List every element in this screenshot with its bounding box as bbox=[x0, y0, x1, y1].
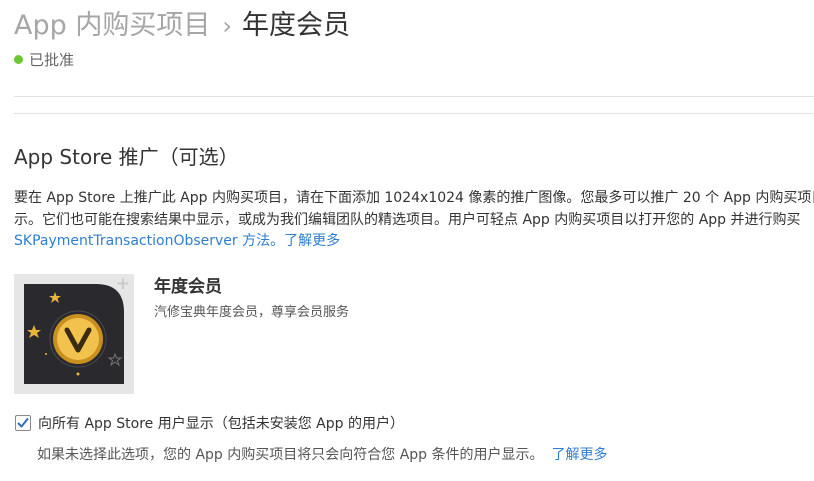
description-line: 示。它们也可能在搜索结果中显示，或成为我们编辑团队的精选项目。用户可轻点 App… bbox=[14, 211, 801, 228]
visibility-note: 如果未选择此选项，您的 App 内购买项目将只会向符合您 App 条件的用户显示… bbox=[37, 445, 608, 465]
promotion-description: 要在 App Store 上推广此 App 内购买项目，请在下面添加 1024x… bbox=[14, 188, 814, 253]
promo-image-tile[interactable]: + bbox=[14, 274, 134, 394]
status-text: 已批准 bbox=[29, 51, 75, 69]
observer-doc-link[interactable]: SKPaymentTransactionObserver 方法。 bbox=[14, 233, 284, 249]
chevron-right-icon: › bbox=[222, 12, 232, 40]
show-to-all-checkbox[interactable] bbox=[15, 415, 31, 431]
item-name: 年度会员 bbox=[154, 277, 222, 297]
breadcrumb-parent-link[interactable]: App 内购买项目 bbox=[14, 10, 210, 41]
vip-medal-icon bbox=[24, 284, 124, 384]
status-dot-icon bbox=[14, 55, 23, 64]
learn-more-link[interactable]: 了解更多 bbox=[284, 233, 340, 249]
divider bbox=[14, 113, 814, 114]
learn-more-link[interactable]: 了解更多 bbox=[552, 447, 608, 463]
status-badge: 已批准 bbox=[14, 50, 74, 70]
divider bbox=[14, 96, 814, 97]
description-line: 要在 App Store 上推广此 App 内购买项目，请在下面添加 1024x… bbox=[14, 190, 814, 206]
section-title: App Store 推广（可选） bbox=[14, 145, 239, 169]
page-title: 年度会员 bbox=[241, 10, 350, 41]
breadcrumb: App 内购买项目 › 年度会员 bbox=[14, 8, 350, 44]
show-to-all-label[interactable]: 向所有 App Store 用户显示（包括未安装您 App 的用户） bbox=[38, 414, 404, 434]
checkmark-icon bbox=[17, 418, 29, 428]
visibility-note-text: 如果未选择此选项，您的 App 内购买项目将只会向符合您 App 条件的用户显示… bbox=[37, 447, 544, 463]
description-line: SKPaymentTransactionObserver 方法。了解更多 bbox=[14, 231, 814, 253]
item-description: 汽修宝典年度会员，尊享会员服务 bbox=[154, 305, 350, 320]
